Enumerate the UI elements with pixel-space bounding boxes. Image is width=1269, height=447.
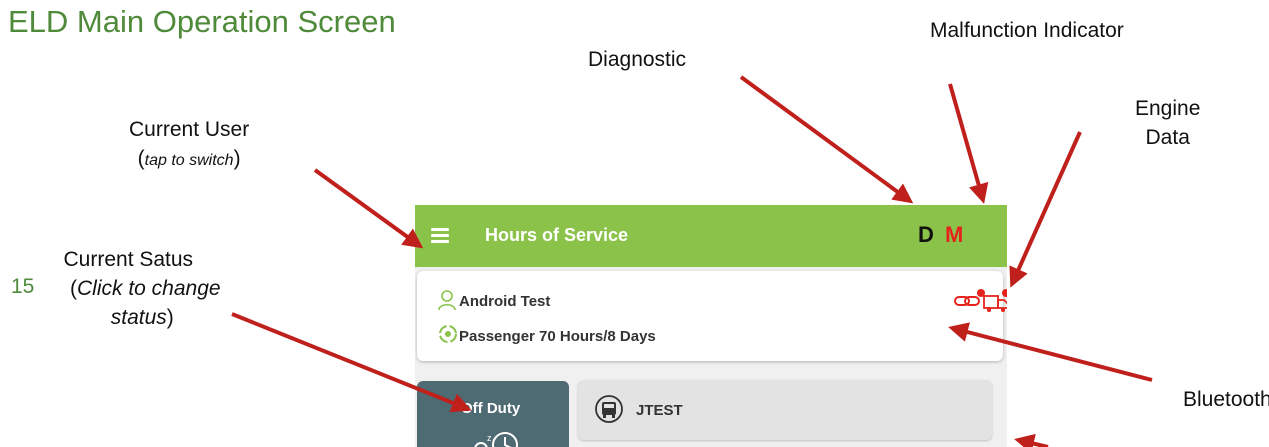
- callout-current-user-title: Current User: [129, 118, 250, 141]
- arrow-malfunction: [948, 83, 989, 204]
- slide-title: ELD Main Operation Screen: [8, 4, 396, 39]
- app-bar: Hours of Service D M: [415, 205, 1007, 267]
- cycle-icon: [439, 325, 457, 343]
- app-title: Hours of Service: [485, 225, 629, 245]
- callout-status-sub1: (Click to change: [70, 277, 221, 300]
- duty-status-button[interactable]: Off Duty z: [417, 381, 569, 447]
- arrow-diagnostic: [739, 75, 914, 204]
- vehicle-name: JTEST: [636, 402, 683, 419]
- menu-icon[interactable]: [431, 228, 449, 243]
- current-user-card[interactable]: Android Test Passenger 70 Hours/8 Days: [417, 271, 1007, 361]
- callout-engine-data: Engine Data: [1135, 94, 1200, 152]
- arrow-bluetooth-2: [1014, 433, 1049, 447]
- vehicle-icon: [595, 395, 623, 423]
- callout-status-sub2: status): [110, 306, 174, 329]
- hos-ruleset: Passenger 70 Hours/8 Days: [459, 328, 656, 345]
- callout-current-status: Current Satus (Click to change status): [36, 245, 221, 332]
- arrow-current-user: [313, 168, 424, 249]
- callout-current-user: Current User (tap to switch): [129, 115, 249, 175]
- malfunction-indicator[interactable]: M: [945, 222, 963, 248]
- svg-text:z: z: [487, 433, 492, 443]
- engine-truck-icon[interactable]: [982, 288, 1007, 314]
- callout-bluetooth: Bluetooth: [1183, 388, 1269, 411]
- callout-engine-line2: Data: [1145, 126, 1190, 149]
- diagnostic-indicator[interactable]: D: [918, 222, 934, 248]
- user-icon: [438, 290, 456, 311]
- vehicle-card[interactable]: JTEST: [578, 380, 992, 440]
- user-name: Android Test: [459, 293, 551, 310]
- duty-status-label: Off Duty: [461, 400, 521, 417]
- callout-malfunction: Malfunction Indicator: [930, 19, 1124, 42]
- callout-diagnostic: Diagnostic: [588, 48, 687, 71]
- arrow-engine-data: [1009, 131, 1082, 288]
- page-number: 15: [11, 275, 35, 298]
- sleep-clock-icon: z: [474, 432, 518, 447]
- callout-current-user-sub: (tap to switch): [137, 147, 241, 170]
- callout-status-title: Current Satus: [63, 248, 194, 271]
- callout-engine-line1: Engine: [1135, 97, 1201, 120]
- app-screenshot: Hours of Service D M Android Test Passen…: [415, 205, 1007, 447]
